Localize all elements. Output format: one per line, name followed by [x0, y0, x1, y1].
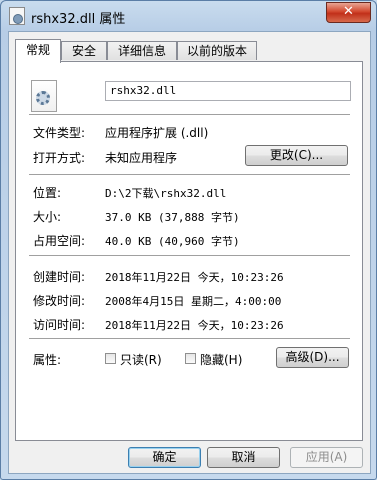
- tab-details[interactable]: 详细信息: [107, 41, 177, 60]
- file-type-value: 应用程序扩展 (.dll): [105, 126, 209, 140]
- hidden-checkbox[interactable]: [185, 353, 196, 364]
- modified-label: 修改时间:: [33, 294, 86, 308]
- opens-with-label: 打开方式:: [33, 151, 86, 165]
- opens-with-value: 未知应用程序: [105, 151, 178, 165]
- file-name-field[interactable]: rshx32.dll: [105, 81, 351, 101]
- dll-file-icon: [9, 7, 25, 25]
- advanced-button[interactable]: 高级(D)...: [276, 347, 349, 368]
- tab-general[interactable]: 常规: [15, 39, 61, 63]
- file-type-label: 文件类型:: [33, 126, 86, 140]
- modified-value: 2008年4月15日 星期二，4:00:00: [105, 295, 282, 308]
- divider: [29, 338, 350, 340]
- size-label: 大小:: [33, 210, 62, 224]
- general-panel: rshx32.dll 文件类型: 应用程序扩展 (.dll) 打开方式: 未知应…: [15, 61, 363, 441]
- hidden-label[interactable]: 隐藏(H): [200, 351, 242, 368]
- divider: [29, 255, 350, 257]
- accessed-label: 访问时间:: [33, 318, 86, 332]
- cancel-button[interactable]: 取消: [207, 447, 280, 468]
- size-value: 37.0 KB (37,888 字节): [105, 211, 240, 224]
- size-on-disk-value: 40.0 KB (40,960 字节): [105, 235, 240, 248]
- apply-button[interactable]: 应用(A): [290, 447, 363, 468]
- tab-security[interactable]: 安全: [61, 41, 107, 60]
- dialog-client: 常规 安全 详细信息 以前的版本 rshx32.dll 文件类型: 应用程序扩展…: [8, 31, 371, 474]
- gear-icon: [36, 91, 50, 105]
- created-value: 2018年11月22日 今天，10:23:26: [105, 271, 284, 284]
- size-on-disk-label: 占用空间:: [33, 234, 86, 248]
- title-bar[interactable]: rshx32.dll 属性 ✕: [1, 1, 376, 31]
- divider: [29, 114, 350, 116]
- properties-window: rshx32.dll 属性 ✕ 常规 安全 详细信息 以前的版本 rshx32.…: [0, 0, 377, 480]
- window-title: rshx32.dll 属性: [31, 12, 126, 27]
- dll-file-icon-large: [31, 80, 57, 112]
- divider: [29, 174, 350, 176]
- change-button[interactable]: 更改(C)...: [245, 145, 348, 166]
- accessed-value: 2018年11月22日 今天，10:23:26: [105, 319, 284, 332]
- location-label: 位置:: [33, 186, 62, 200]
- readonly-checkbox[interactable]: [105, 353, 116, 364]
- ok-button[interactable]: 确定: [128, 447, 201, 468]
- location-value: D:\2下载\rshx32.dll: [105, 187, 227, 200]
- readonly-label[interactable]: 只读(R): [120, 351, 162, 368]
- created-label: 创建时间:: [33, 270, 86, 284]
- attributes-label: 属性:: [33, 353, 62, 367]
- close-button[interactable]: ✕: [326, 2, 371, 23]
- tab-previous-versions[interactable]: 以前的版本: [177, 41, 257, 60]
